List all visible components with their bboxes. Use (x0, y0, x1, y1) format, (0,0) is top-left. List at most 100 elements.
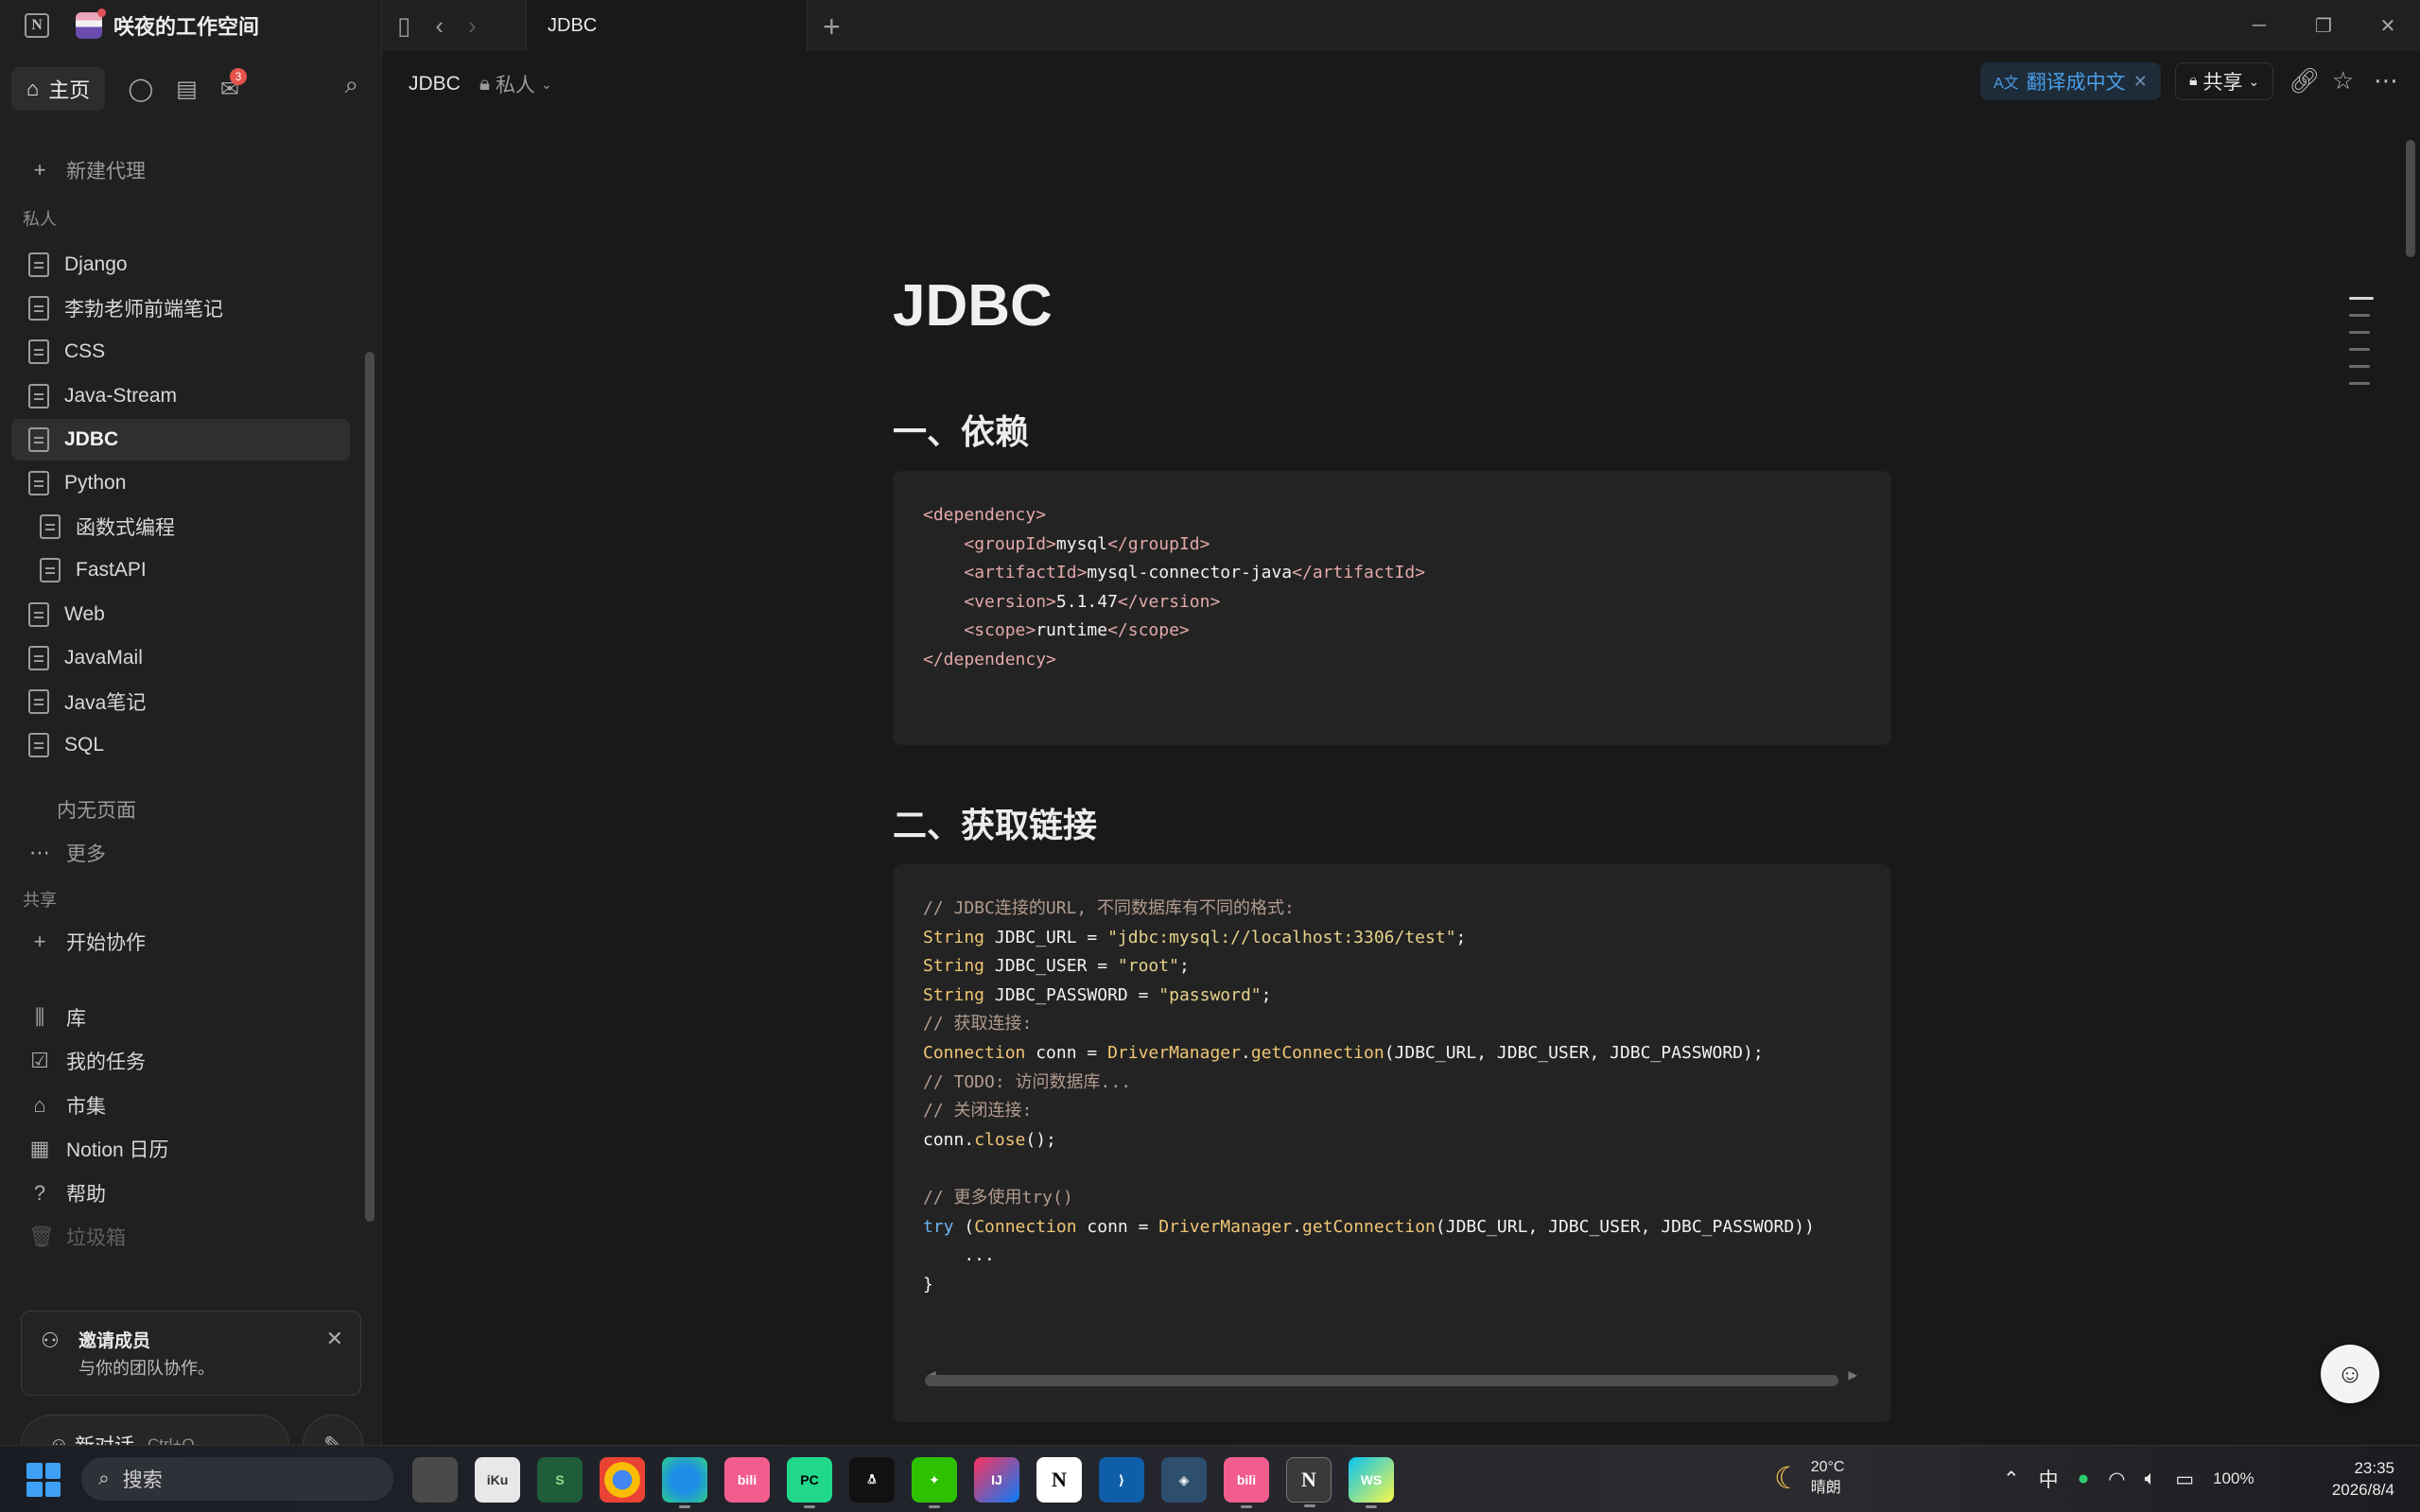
inbox-icon[interactable]: ✉ 3 (220, 67, 247, 103)
mysql-workbench-icon[interactable]: ◈ (1161, 1457, 1207, 1503)
weather-widget[interactable]: ☾ 20°C 晴朗 (1774, 1457, 1844, 1499)
sidebar-bottom-item[interactable]: 🗑︎ 垃圾箱 (11, 1216, 350, 1258)
chrome-icon[interactable] (600, 1457, 645, 1503)
minimize-icon[interactable]: ─ (2227, 0, 2291, 51)
sidebar-page-item[interactable]: JDBC (11, 418, 350, 461)
sidebar-bottom-item[interactable]: ▦ Notion 日历 (11, 1128, 350, 1170)
forward-arrow-icon[interactable]: › (468, 13, 477, 38)
chevron-up-icon[interactable]: ⌃ (2003, 1468, 2020, 1491)
wifi-icon[interactable]: ◠ (2108, 1468, 2125, 1491)
sidebar-toggle-icon[interactable]: ▯ (397, 13, 410, 38)
close-icon[interactable]: ✕ (2356, 0, 2420, 51)
outline-item[interactable] (2349, 348, 2370, 351)
meeting-notes-icon[interactable]: ▤ (176, 76, 198, 103)
close-icon[interactable]: ✕ (2133, 72, 2148, 92)
taskbar-search[interactable]: ⌕ 搜索 (81, 1457, 393, 1501)
outline-item[interactable] (2349, 297, 2374, 300)
share-button[interactable]: 🔒︎ 共享 ⌄ (2175, 62, 2274, 100)
ime-indicator[interactable]: 中 (2039, 1465, 2059, 1493)
scroll-right-icon[interactable]: ▶ (1848, 1361, 1857, 1390)
sidebar-bottom-label: 库 (66, 1008, 86, 1030)
battery-icon[interactable]: ▭ (2175, 1468, 2194, 1491)
plus-icon[interactable]: + (823, 9, 841, 44)
heading-dependency[interactable]: 一、依赖 (893, 405, 1029, 454)
sidebar-page-item[interactable]: FastAPI (11, 549, 350, 591)
sidebar-page-item[interactable]: 函数式编程 (11, 506, 350, 547)
no-pages-text: 内无页面 (11, 789, 350, 830)
sublime-app-icon[interactable]: S (537, 1457, 583, 1503)
sidebar-page-item[interactable]: Django (11, 244, 350, 286)
vscode-icon[interactable]: ⟩ (1099, 1457, 1144, 1503)
more-options-icon[interactable]: ⋯ (2374, 66, 2398, 96)
search-icon[interactable]: ⌕ (344, 70, 358, 100)
invite-members-card[interactable]: ⚇ 邀请成员 与你的团队协作。 ✕ (21, 1311, 361, 1396)
home-button[interactable]: ⌂ 主页 (11, 67, 106, 111)
sidebar-bottom-item[interactable]: ⫼ 库 (11, 997, 350, 1038)
sidebar-page-item[interactable]: Java-Stream (11, 375, 350, 417)
sidebar-page-item[interactable]: CSS (11, 331, 350, 373)
sidebar-page-item[interactable]: Web (11, 594, 350, 635)
inbox-badge: 3 (229, 67, 247, 85)
home-icon: ⌂ (26, 77, 40, 100)
volume-icon[interactable]: 🔈︎ (2145, 1468, 2157, 1490)
outline-item[interactable] (2349, 382, 2370, 385)
sidebar-page-item[interactable]: SQL (11, 724, 350, 766)
workspace-header[interactable]: N 咲夜的工作空间 (0, 0, 382, 51)
sidebar-page-item[interactable]: 李勃老师前端笔记 (11, 287, 350, 329)
more-button[interactable]: ⋯ 更多 (11, 832, 350, 874)
sidebar-page-item[interactable]: Python (11, 462, 350, 504)
breadcrumb-page[interactable]: JDBC (409, 73, 461, 96)
page-title[interactable]: JDBC (893, 272, 1053, 339)
sidebar-page-label: FastAPI (76, 559, 147, 582)
clock[interactable]: 23:35 2026/8/4 (2323, 1457, 2394, 1501)
star-icon[interactable]: ☆ (2332, 66, 2354, 96)
webstorm-icon[interactable]: WS (1349, 1457, 1394, 1508)
wechat-icon[interactable]: ✦ (912, 1457, 957, 1508)
sidebar-page-item[interactable]: Java笔记 (11, 681, 350, 722)
page-icon (28, 339, 49, 365)
ellipsis-icon: ⋯ (29, 841, 50, 864)
table-of-contents-outline[interactable] (2349, 297, 2374, 399)
iku-app-icon[interactable]: iKu (475, 1457, 520, 1503)
tab-jdbc[interactable]: JDBC (526, 0, 808, 51)
app-tray-icon[interactable]: ● (2078, 1468, 2090, 1490)
code-block-dependency[interactable]: <dependency> <groupId>mysql</groupId> <a… (893, 471, 1891, 745)
sidebar-bottom-item[interactable]: ? 帮助 (11, 1173, 350, 1214)
bilibili-icon[interactable]: bili (724, 1457, 770, 1503)
restore-icon[interactable]: ❐ (2291, 0, 2356, 51)
outline-item[interactable] (2349, 314, 2370, 317)
sidebar-scrollbar[interactable] (365, 352, 374, 1222)
chat-icon[interactable]: ◯ (128, 76, 153, 103)
weather-desc: 晴朗 (1810, 1480, 1841, 1496)
back-arrow-icon[interactable]: ‹ (435, 13, 444, 38)
edge-icon[interactable] (662, 1457, 707, 1508)
sidebar-bottom-item[interactable]: ⌂ 市集 (11, 1085, 350, 1126)
sidebar-bottom-item[interactable]: ☑ 我的任务 (11, 1040, 350, 1082)
file-explorer-icon[interactable] (412, 1457, 458, 1503)
close-icon[interactable]: ✕ (326, 1327, 343, 1351)
code-block-connection[interactable]: // JDBC连接的URL, 不同数据库有不同的格式: String JDBC_U… (893, 864, 1891, 1422)
notion-app-active-icon[interactable]: N (1286, 1457, 1332, 1507)
new-agent-button[interactable]: + 新建代理 (11, 149, 350, 191)
sidebar-page-item[interactable]: JavaMail (11, 637, 350, 679)
intellij-icon[interactable]: IJ (974, 1457, 1019, 1503)
privacy-selector[interactable]: 🔒︎ 私人 ⌄ (479, 70, 552, 98)
qq-icon[interactable]: 🐧︎ (849, 1457, 895, 1503)
link-icon[interactable]: 🔗︎ (2289, 66, 2320, 96)
chevron-down-icon: ⌄ (2248, 73, 2260, 89)
trash-icon: 🗑︎ (28, 1225, 55, 1248)
outline-item[interactable] (2349, 331, 2370, 334)
translate-button[interactable]: A文 翻译成中文 ✕ (1980, 62, 2161, 100)
translate-label: 翻译成中文 (2026, 72, 2126, 94)
windows-start-icon[interactable] (26, 1463, 61, 1497)
bilibili-icon[interactable]: bili (1224, 1457, 1269, 1508)
notion-app-icon[interactable]: N (1036, 1457, 1082, 1503)
notion-ai-button[interactable]: ☺ (2321, 1345, 2379, 1403)
code-horizontal-scrollbar[interactable] (925, 1375, 1838, 1386)
help-icon: ? (33, 1180, 46, 1205)
page-scrollbar[interactable] (2406, 140, 2415, 257)
outline-item[interactable] (2349, 365, 2370, 368)
start-collab-button[interactable]: + 开始协作 (11, 921, 350, 963)
pycharm-icon[interactable]: PC (787, 1457, 832, 1508)
heading-get-connection[interactable]: 二、获取链接 (893, 798, 1097, 847)
